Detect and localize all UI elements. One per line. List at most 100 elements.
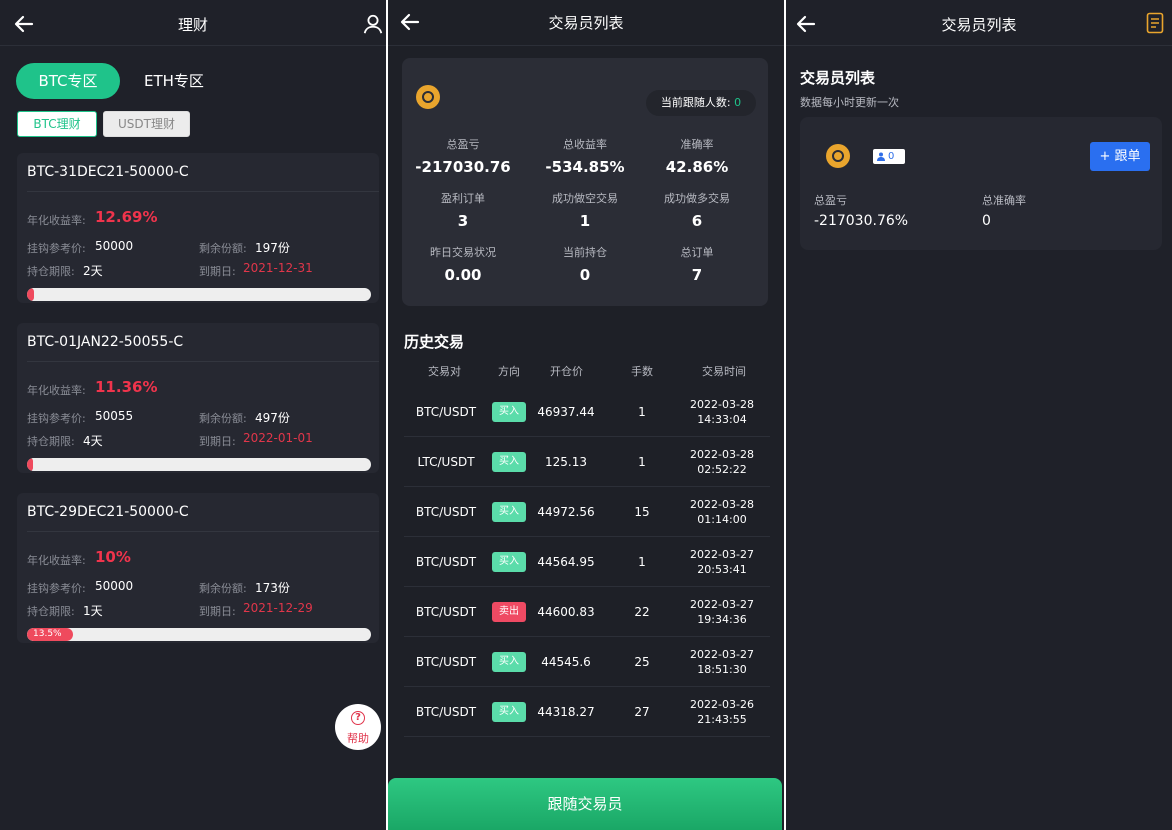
trade-clock: 20:53:41: [697, 563, 747, 576]
stat-positions: 当前持仓 0: [524, 244, 646, 284]
history-title: 历史交易: [404, 333, 465, 351]
trade-pair: BTC/USDT: [415, 605, 477, 619]
follower-count: 0: [888, 151, 895, 162]
stat-label: 总盈亏: [446, 138, 480, 151]
open-price: 44600.83: [537, 605, 595, 619]
trader-list-panel: 交易员列表 交易员列表 数据每小时更新一次 0 + 跟单 总盈亏 -217030…: [786, 0, 1172, 830]
table-row[interactable]: BTC/USDT 买入 44972.56 15 2022-03-28 01:14:…: [404, 487, 770, 537]
table-row[interactable]: LTC/USDT 买入 125.13 1 2022-03-28 02:52:22: [404, 437, 770, 487]
trade-clock: 19:34:36: [697, 613, 747, 626]
trader-detail-header: 交易员列表: [388, 0, 784, 46]
trade-time: 2022-03-27 19:34:36: [672, 597, 772, 627]
progress-bar: [27, 288, 371, 301]
page-title: 交易员列表: [941, 16, 1017, 34]
follower-count-badge: 0: [873, 149, 905, 164]
remaining-label: 剩余份额:: [199, 242, 247, 255]
stat-label: 成功做多交易: [664, 192, 730, 205]
section-title: 交易员列表: [800, 69, 876, 87]
divider: [27, 531, 379, 532]
document-icon[interactable]: [1146, 12, 1164, 34]
annual-rate-value: 12.69%: [95, 208, 158, 226]
ref-price-value: 50055: [95, 409, 134, 423]
stat-total-orders: 总订单 7: [636, 244, 758, 284]
stat-label: 昨日交易状况: [430, 246, 496, 259]
followers-label: 当前跟随人数:: [660, 96, 731, 109]
follow-order-button[interactable]: + 跟单: [1090, 142, 1150, 171]
period-label: 持仓期限:: [27, 605, 75, 618]
trade-clock: 14:33:04: [697, 413, 747, 426]
question-icon: ?: [351, 711, 365, 725]
user-icon[interactable]: [362, 13, 384, 35]
direction-badge: 买入: [492, 652, 526, 672]
stat-label: 成功做空交易: [552, 192, 618, 205]
trade-time: 2022-03-27 18:51:30: [672, 647, 772, 677]
annual-rate-value: 11.36%: [95, 378, 158, 396]
lot-size: 25: [634, 655, 650, 669]
subtab-btc-finance[interactable]: BTC理财: [17, 111, 97, 137]
stat-label: 总收益率: [563, 138, 607, 151]
period-label: 持仓期限:: [27, 435, 75, 448]
progress-fill: 13.5%: [27, 628, 74, 641]
period-value: 2天: [83, 264, 103, 278]
lot-size: 15: [634, 505, 650, 519]
column-header: 交易时间: [702, 365, 746, 378]
remaining-value: 173份: [255, 581, 290, 595]
progress-fill: [27, 288, 34, 301]
subtab-usdt-finance[interactable]: USDT理财: [103, 111, 190, 137]
product-name: BTC-29DEC21-50000-C: [27, 504, 189, 520]
ref-price-value: 50000: [95, 239, 134, 253]
product-card[interactable]: BTC-31DEC21-50000-C 年化收益率: 12.69% 挂钩参考价:…: [17, 153, 379, 303]
trade-time: 2022-03-28 01:14:00: [672, 497, 772, 527]
progress-fill: [27, 458, 33, 471]
trade-time: 2022-03-28 14:33:04: [672, 397, 772, 427]
table-row[interactable]: BTC/USDT 买入 46937.44 1 2022-03-28 14:33:0…: [404, 387, 770, 437]
direction-badge: 买入: [492, 552, 526, 572]
ref-price-label: 挂钩参考价:: [27, 412, 86, 425]
progress-bar: [27, 458, 371, 471]
stat-value: -534.85%: [545, 158, 625, 176]
pnl-value: -217030.76%: [814, 213, 909, 229]
tab-btc-zone[interactable]: BTC专区: [16, 63, 120, 99]
section-subtitle: 数据每小时更新一次: [800, 96, 899, 109]
stat-value: -217030.76: [415, 158, 511, 176]
direction-badge: 买入: [492, 452, 526, 472]
trade-date: 2022-03-27: [690, 548, 754, 561]
trader-card[interactable]: 0 + 跟单 总盈亏 -217030.76% 总准确率 0: [800, 117, 1162, 250]
ref-price-value: 50000: [95, 579, 134, 593]
trade-pair: BTC/USDT: [415, 705, 477, 719]
followers-count: 0: [734, 96, 742, 109]
annual-rate-value: 10%: [95, 548, 131, 566]
table-row[interactable]: BTC/USDT 卖出 44600.83 22 2022-03-27 19:34:…: [404, 587, 770, 637]
product-card[interactable]: BTC-01JAN22-50055-C 年化收益率: 11.36% 挂钩参考价:…: [17, 323, 379, 473]
trade-clock: 18:51:30: [697, 663, 747, 676]
remaining-value: 197份: [255, 241, 290, 255]
finance-header: 理财: [0, 0, 386, 46]
ref-price-label: 挂钩参考价:: [27, 242, 86, 255]
accuracy-label: 总准确率: [982, 194, 1026, 207]
accuracy-value: 0: [982, 213, 991, 229]
table-row[interactable]: BTC/USDT 买入 44545.6 25 2022-03-27 18:51:3…: [404, 637, 770, 687]
person-icon: [877, 152, 885, 161]
help-button[interactable]: ? 帮助: [335, 704, 381, 750]
open-price: 44564.95: [537, 555, 595, 569]
open-price: 44972.56: [537, 505, 595, 519]
direction-badge: 卖出: [492, 602, 526, 622]
stat-total-return: 总收益率 -534.85%: [524, 136, 646, 176]
trade-date: 2022-03-27: [690, 598, 754, 611]
stat-yesterday: 昨日交易状况 0.00: [402, 244, 524, 284]
product-card[interactable]: BTC-29DEC21-50000-C 年化收益率: 10% 挂钩参考价: 50…: [17, 493, 379, 643]
open-price: 46937.44: [537, 405, 595, 419]
table-row[interactable]: BTC/USDT 买入 44318.27 27 2022-03-26 21:43:…: [404, 687, 770, 737]
period-label: 持仓期限:: [27, 265, 75, 278]
trade-pair: BTC/USDT: [415, 405, 477, 419]
column-header: 手数: [631, 365, 653, 378]
table-row[interactable]: BTC/USDT 买入 44564.95 1 2022-03-27 20:53:4…: [404, 537, 770, 587]
follow-trader-button[interactable]: 跟随交易员: [388, 778, 782, 830]
divider: [27, 361, 379, 362]
page-title: 理财: [177, 16, 208, 34]
tab-eth-zone[interactable]: ETH专区: [144, 63, 204, 99]
stat-long-wins: 成功做多交易 6: [636, 190, 758, 230]
direction-badge: 买入: [492, 502, 526, 522]
stat-value: 0: [579, 266, 591, 284]
stat-label: 当前持仓: [563, 246, 607, 259]
